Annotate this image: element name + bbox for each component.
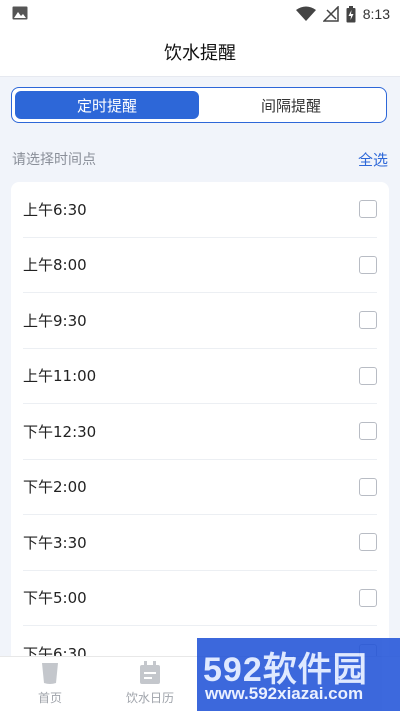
list-item[interactable]: 上午9:30 xyxy=(23,293,377,349)
app-header: 饮水提醒 xyxy=(0,28,400,77)
time-checkbox[interactable] xyxy=(359,255,377,274)
time-checkbox[interactable] xyxy=(359,422,377,441)
select-time-hint: 请选择时间点 xyxy=(12,152,96,168)
time-label: 上午6:30 xyxy=(23,200,87,219)
time-checkbox[interactable] xyxy=(359,533,377,552)
tab-home-label: 首页 xyxy=(37,691,62,705)
calendar-icon xyxy=(140,661,160,684)
time-label: 下午3:30 xyxy=(23,533,87,552)
list-item[interactable]: 上午11:00 xyxy=(23,349,377,404)
tab-scheduled-reminder[interactable]: 定时提醒 xyxy=(15,91,199,119)
list-item[interactable]: 下午5:00 xyxy=(23,571,377,626)
tab-home[interactable]: 首页 xyxy=(0,661,100,709)
time-list: 上午6:30 上午8:00 上午9:30 上午11:00 下午12:30 下午2… xyxy=(11,182,389,712)
mode-segmented-control: 定时提醒 间隔提醒 xyxy=(11,87,387,123)
tab-drink-calendar-label: 饮水日历 xyxy=(125,691,174,705)
time-label: 下午2:00 xyxy=(23,478,87,497)
list-item[interactable]: 下午3:30 xyxy=(23,515,377,571)
time-checkbox[interactable] xyxy=(359,200,377,219)
time-checkbox[interactable] xyxy=(359,366,377,385)
time-label: 上午9:30 xyxy=(23,311,87,330)
time-label: 上午11:00 xyxy=(23,367,97,386)
list-item[interactable]: 上午8:00 xyxy=(23,238,377,293)
cup-icon xyxy=(42,663,58,684)
clock-time: 8:13 xyxy=(362,6,390,22)
watermark-url: www.592xiazai.com xyxy=(205,684,364,703)
list-item[interactable]: 下午12:30 xyxy=(23,404,377,460)
time-checkbox[interactable] xyxy=(359,477,377,496)
tab-drink-calendar[interactable]: 饮水日历 xyxy=(100,661,200,709)
time-label: 下午5:00 xyxy=(23,589,87,608)
image-icon xyxy=(12,6,28,20)
list-item[interactable]: 上午6:30 xyxy=(23,182,377,238)
status-bar: 8:13 xyxy=(0,0,400,28)
time-checkbox[interactable] xyxy=(359,588,377,607)
time-label: 下午12:30 xyxy=(23,422,97,441)
battery-charging-icon xyxy=(346,5,356,22)
hint-row: 请选择时间点 全选 xyxy=(12,148,388,170)
page-title: 饮水提醒 xyxy=(164,43,236,64)
signal-icon xyxy=(322,6,339,22)
site-watermark: 592软件园 www.592xiazai.com xyxy=(197,638,400,711)
wifi-icon xyxy=(295,6,316,21)
list-item[interactable]: 下午2:00 xyxy=(23,460,377,515)
time-label: 上午8:00 xyxy=(23,256,87,275)
tab-interval-reminder[interactable]: 间隔提醒 xyxy=(199,91,383,119)
select-all-button[interactable]: 全选 xyxy=(358,149,388,170)
time-checkbox[interactable] xyxy=(359,311,377,330)
